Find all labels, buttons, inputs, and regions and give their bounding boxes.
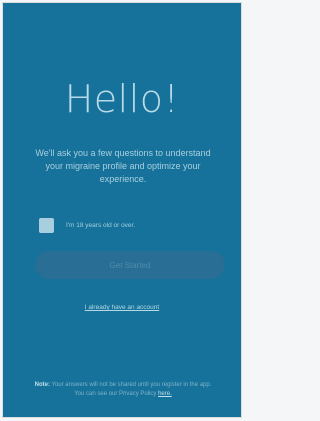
privacy-policy-link[interactable]: here. [158,391,172,397]
privacy-note: Note: Your answers will not be shared un… [29,381,217,399]
get-started-button[interactable]: Get Started [35,251,225,279]
intro-text: We'll ask you a few questions to underst… [35,148,211,184]
age-checkbox-label: I'm 18 years old or over. [66,222,136,229]
note-text: Your answers will not be shared until yo… [51,382,212,397]
age-checkbox[interactable] [39,218,54,233]
age-confirmation-row[interactable]: I'm 18 years old or over. [39,218,135,233]
existing-account-link[interactable]: I already have an account [3,304,241,311]
welcome-screen: Hello! We'll ask you a few questions to … [2,2,242,418]
note-label: Note: [34,382,50,388]
page-title: Hello! [64,77,180,121]
